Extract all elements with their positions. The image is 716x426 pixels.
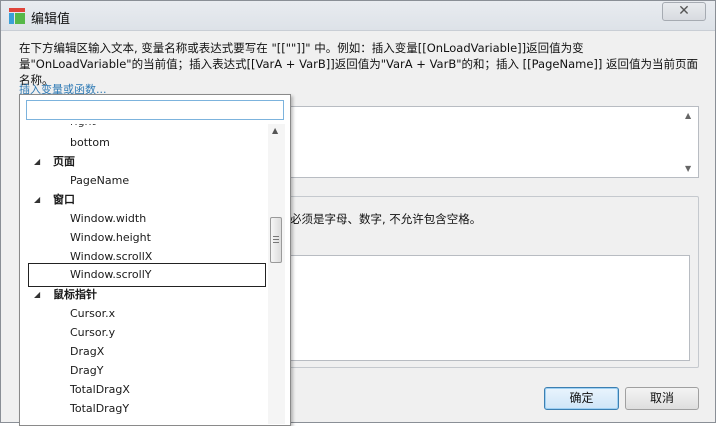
scroll-up-arrow-icon[interactable]: ▲: [272, 126, 278, 135]
tree-item-label: TotalDragY: [70, 402, 130, 415]
tree-category[interactable]: ◢ 页面: [26, 152, 268, 171]
function-tree: right bottom ◢ 页面 PageName ◢ 窗口 Window.width Wi…: [26, 124, 268, 424]
tree-item-label: bottom: [70, 136, 110, 149]
tree-item[interactable]: Window.width: [26, 209, 268, 228]
tree-item-label: Cursor.y: [70, 326, 116, 339]
app-logo-icon: [9, 8, 25, 24]
ok-button[interactable]: 确定: [544, 387, 619, 410]
instructions-text: 在下方编辑区输入文本, 变量名称或表达式要写在 "[[""]]" 中。例如：插入…: [19, 41, 699, 87]
tree-item-label: PageName: [70, 174, 130, 187]
window-title: 编辑值: [31, 12, 71, 27]
editor-scrollbar[interactable]: ▲ ▼: [681, 107, 698, 177]
tree-item[interactable]: TotalDragY: [26, 399, 268, 418]
tree-item[interactable]: Cursor.y: [26, 323, 268, 342]
title-bar: 编辑值 ✕: [1, 1, 715, 31]
variable-rule-text: 必须是字母、数字, 不允许包含空格。: [290, 212, 482, 226]
tree-category-label: 窗口: [53, 193, 75, 206]
tree-item[interactable]: DragY: [26, 361, 268, 380]
function-search-input[interactable]: [26, 100, 284, 120]
expand-arrow-icon[interactable]: ◢: [34, 152, 40, 171]
close-button[interactable]: ✕: [662, 2, 706, 21]
tree-item-label: DragX: [70, 345, 105, 358]
tree-category[interactable]: ◢ 窗口: [26, 190, 268, 209]
tree-category[interactable]: ◢ 鼠标指针: [26, 285, 268, 304]
tree-item-label: Window.width: [70, 212, 147, 225]
tree-category-label: 鼠标指针: [53, 288, 97, 301]
tree-item-partial[interactable]: right: [70, 124, 96, 128]
tree-item-selected[interactable]: Window.scrollY: [28, 263, 266, 287]
insert-function-popup: right bottom ◢ 页面 PageName ◢ 窗口 Window.width Wi…: [19, 94, 291, 426]
tree-item-label: TotalDragX: [70, 383, 130, 396]
expand-arrow-icon[interactable]: ◢: [34, 285, 40, 304]
tree-item[interactable]: bottom: [26, 133, 268, 152]
tree-item[interactable]: TotalDragX: [26, 380, 268, 399]
tree-item-label: Window.scrollY: [70, 268, 152, 281]
expand-arrow-icon[interactable]: ◢: [34, 190, 40, 209]
tree-category-label: 页面: [53, 155, 75, 168]
tree-item[interactable]: Cursor.x: [26, 304, 268, 323]
scroll-thumb[interactable]: [270, 217, 282, 263]
tree-item[interactable]: PageName: [26, 171, 268, 190]
tree-item[interactable]: Window.height: [26, 228, 268, 247]
tree-item-label: DragY: [70, 364, 104, 377]
scroll-down-arrow-icon[interactable]: ▼: [685, 164, 691, 173]
close-icon: ✕: [678, 3, 690, 19]
tree-item-label: Cursor.x: [70, 307, 116, 320]
cancel-button[interactable]: 取消: [625, 387, 699, 410]
tree-scrollbar[interactable]: ▲: [268, 124, 285, 424]
tree-item[interactable]: DragX: [26, 342, 268, 361]
scroll-up-arrow-icon[interactable]: ▲: [685, 111, 691, 120]
local-variables-list[interactable]: [290, 255, 690, 361]
tree-item-label: Window.height: [70, 231, 151, 244]
